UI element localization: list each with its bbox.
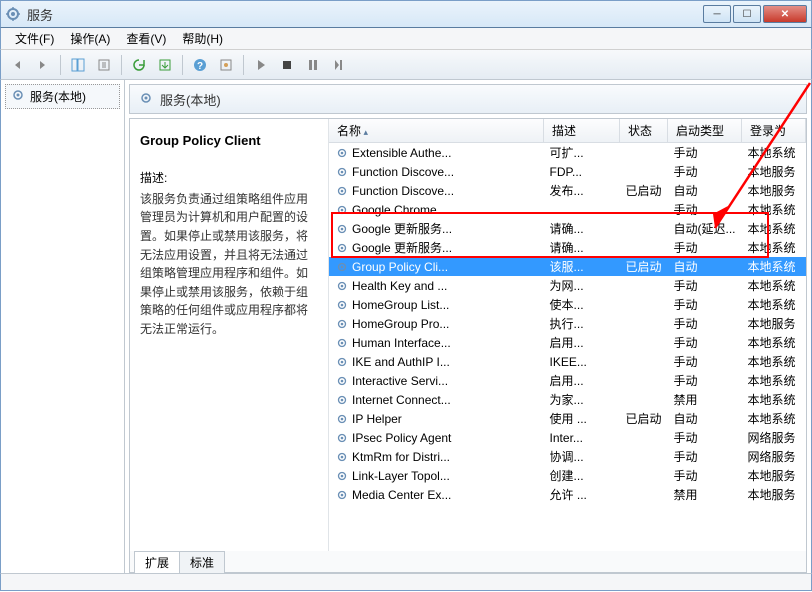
table-row[interactable]: Google Chrome ...手动本地系统 <box>329 200 806 219</box>
gear-icon <box>335 412 349 426</box>
table-row[interactable]: Internet Connect...为家...禁用本地系统 <box>329 390 806 409</box>
menu-action[interactable]: 操作(A) <box>62 28 118 49</box>
menu-bar: 文件(F) 操作(A) 查看(V) 帮助(H) <box>0 28 812 50</box>
gear-icon <box>335 488 349 502</box>
tree-root-label: 服务(本地) <box>30 88 86 105</box>
list-pane: 名称 描述 状态 启动类型 登录为 Extensible Authe...可扩.… <box>328 119 806 551</box>
table-row[interactable]: Interactive Servi...启用...手动本地系统 <box>329 371 806 390</box>
table-row[interactable]: Function Discove...发布...已启动自动本地服务 <box>329 181 806 200</box>
gear-icon <box>335 241 349 255</box>
content-header: 服务(本地) <box>129 84 807 114</box>
content-panel: 服务(本地) Group Policy Client 描述: 该服务负责通过组策… <box>125 80 811 573</box>
service-table-scroll[interactable]: 名称 描述 状态 启动类型 登录为 Extensible Authe...可扩.… <box>329 119 806 551</box>
menu-file[interactable]: 文件(F) <box>7 28 62 49</box>
table-row[interactable]: HomeGroup List...使本...手动本地系统 <box>329 295 806 314</box>
col-desc[interactable]: 描述 <box>544 119 620 143</box>
restart-service-button[interactable] <box>327 53 351 77</box>
menu-help[interactable]: 帮助(H) <box>174 28 231 49</box>
gear-icon <box>335 431 349 445</box>
tree-root-services[interactable]: 服务(本地) <box>5 84 120 109</box>
window-title: 服务 <box>27 5 703 24</box>
app-icon <box>5 6 21 22</box>
gear-icon <box>335 336 349 350</box>
maximize-button[interactable]: ☐ <box>733 5 761 23</box>
table-row[interactable]: Link-Layer Topol...创建...手动本地服务 <box>329 466 806 485</box>
col-start[interactable]: 启动类型 <box>668 119 742 143</box>
minimize-button[interactable]: ─ <box>703 5 731 23</box>
gear-icon <box>138 90 154 109</box>
help-button[interactable]: ? <box>188 53 212 77</box>
menu-view[interactable]: 查看(V) <box>118 28 174 49</box>
gear-icon <box>335 260 349 274</box>
gear-icon <box>10 87 26 106</box>
table-row[interactable]: IPsec Policy AgentInter...手动网络服务 <box>329 428 806 447</box>
stop-service-button[interactable] <box>275 53 299 77</box>
close-button[interactable]: ✕ <box>763 5 807 23</box>
table-row[interactable]: KtmRm for Distri...协调...手动网络服务 <box>329 447 806 466</box>
gear-icon <box>335 393 349 407</box>
table-row[interactable]: IKE and AuthIP I...IKEE...手动本地系统 <box>329 352 806 371</box>
table-row[interactable]: IP Helper使用 ...已启动自动本地系统 <box>329 409 806 428</box>
gear-icon <box>335 450 349 464</box>
gear-icon <box>335 317 349 331</box>
tab-extended[interactable]: 扩展 <box>134 551 180 573</box>
tab-standard[interactable]: 标准 <box>179 551 225 573</box>
gear-icon <box>335 279 349 293</box>
gear-icon <box>335 469 349 483</box>
table-row[interactable]: HomeGroup Pro...执行...手动本地服务 <box>329 314 806 333</box>
table-row[interactable]: Google 更新服务...请确...手动本地系统 <box>329 238 806 257</box>
properties-button[interactable] <box>214 53 238 77</box>
gear-icon <box>335 298 349 312</box>
title-bar: 服务 ─ ☐ ✕ <box>0 0 812 28</box>
gear-icon <box>335 165 349 179</box>
export-button[interactable] <box>92 53 116 77</box>
table-row[interactable]: Group Policy Cli...该服...已启动自动本地系统 <box>329 257 806 276</box>
main-area: 服务(本地) 服务(本地) Group Policy Client 描述: 该服… <box>0 80 812 573</box>
gear-icon <box>335 222 349 236</box>
content-header-label: 服务(本地) <box>160 90 221 109</box>
service-table: 名称 描述 状态 启动类型 登录为 Extensible Authe...可扩.… <box>329 119 806 504</box>
description-text: 该服务负责通过组策略组件应用管理员为计算机和用户配置的设置。如果停止或禁用该服务… <box>140 190 318 339</box>
selected-service-title: Group Policy Client <box>140 131 318 151</box>
pause-service-button[interactable] <box>301 53 325 77</box>
tree-panel: 服务(本地) <box>1 80 125 573</box>
gear-icon <box>335 184 349 198</box>
gear-icon <box>335 203 349 217</box>
gear-icon <box>335 355 349 369</box>
detail-pane: Group Policy Client 描述: 该服务负责通过组策略组件应用管理… <box>130 119 328 551</box>
gear-icon <box>335 146 349 160</box>
description-label: 描述: <box>140 169 318 188</box>
table-row[interactable]: Extensible Authe...可扩...手动本地系统 <box>329 143 806 163</box>
gear-icon <box>335 374 349 388</box>
export-list-button[interactable] <box>153 53 177 77</box>
col-name[interactable]: 名称 <box>329 119 544 143</box>
refresh-button[interactable] <box>127 53 151 77</box>
table-row[interactable]: Google 更新服务...请确...自动(延迟...本地系统 <box>329 219 806 238</box>
table-row[interactable]: Media Center Ex...允许 ...禁用本地服务 <box>329 485 806 504</box>
col-logon[interactable]: 登录为 <box>742 119 806 143</box>
svg-text:?: ? <box>197 61 203 72</box>
toolbar: ? <box>0 50 812 80</box>
nav-back-button[interactable] <box>5 53 29 77</box>
table-row[interactable]: Health Key and ...为网...手动本地系统 <box>329 276 806 295</box>
table-row[interactable]: Human Interface...启用...手动本地系统 <box>329 333 806 352</box>
status-bar <box>0 573 812 591</box>
nav-forward-button[interactable] <box>31 53 55 77</box>
start-service-button[interactable] <box>249 53 273 77</box>
show-hide-tree-button[interactable] <box>66 53 90 77</box>
table-row[interactable]: Function Discove...FDP...手动本地服务 <box>329 162 806 181</box>
tab-strip: 扩展 标准 <box>129 551 807 573</box>
col-status[interactable]: 状态 <box>619 119 667 143</box>
